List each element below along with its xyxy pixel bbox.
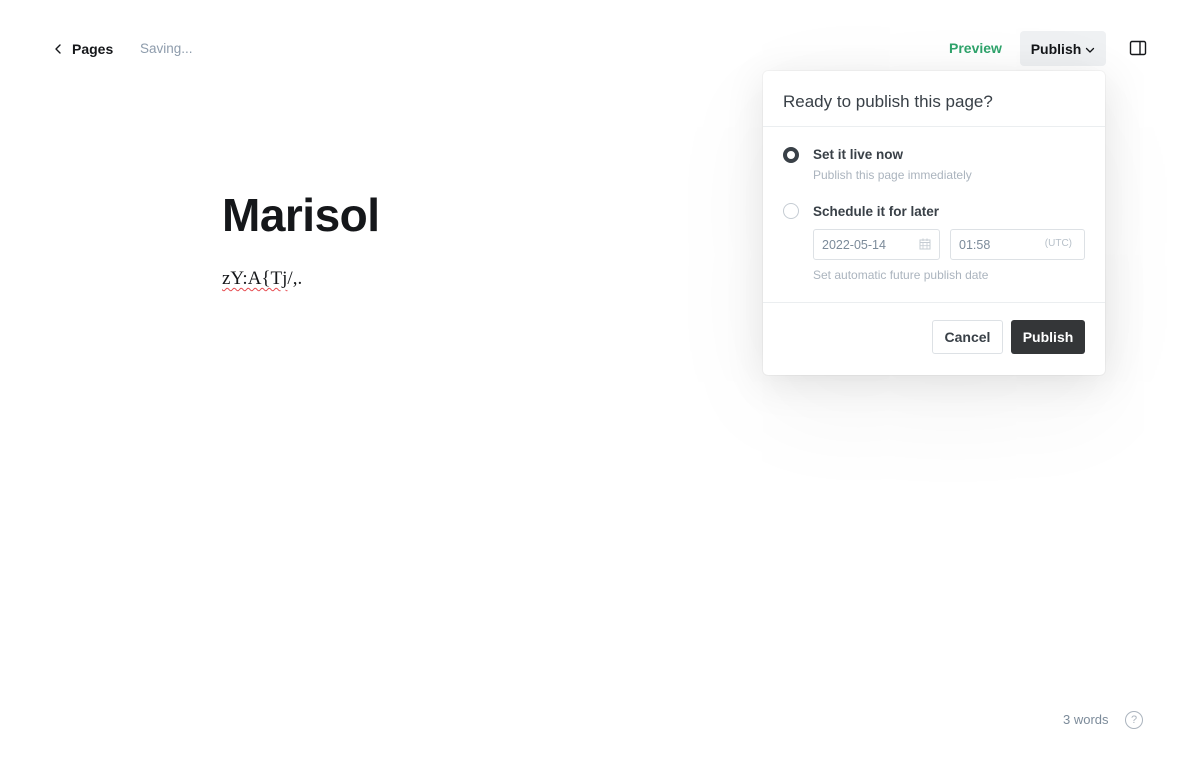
help-icon-glyph: ? xyxy=(1130,714,1138,726)
option-publish-now-label[interactable]: Set it live now xyxy=(813,147,903,162)
option-schedule-description: Set automatic future publish date xyxy=(813,268,989,282)
chevron-down-icon xyxy=(1085,41,1095,57)
publish-options: Set it live now Publish this page immedi… xyxy=(763,127,1105,303)
sidebar-toggle-icon[interactable] xyxy=(1129,39,1147,57)
schedule-date-input[interactable]: 2022-05-14 xyxy=(813,229,940,260)
back-to-pages-link[interactable]: Pages xyxy=(54,38,113,60)
save-status: Saving... xyxy=(140,41,193,56)
post-body[interactable]: zY:A{Tj/,. xyxy=(222,268,302,290)
calendar-icon xyxy=(919,238,931,253)
body-text: /,. xyxy=(287,268,303,289)
option-publish-now-description: Publish this page immediately xyxy=(813,168,972,182)
word-count: 3 words xyxy=(1063,712,1109,727)
schedule-date-value: 2022-05-14 xyxy=(822,237,886,252)
confirm-publish-button[interactable]: Publish xyxy=(1011,320,1085,354)
schedule-time-input[interactable]: 01:58 (UTC) xyxy=(950,229,1085,260)
option-schedule-label[interactable]: Schedule it for later xyxy=(813,204,939,219)
cancel-button[interactable]: Cancel xyxy=(932,320,1003,354)
post-title[interactable]: Marisol xyxy=(222,188,380,243)
publish-dropdown: Ready to publish this page? Set it live … xyxy=(763,71,1105,375)
back-link-label: Pages xyxy=(72,41,114,57)
timezone-label: (UTC) xyxy=(1044,238,1072,249)
misspelled-text: zY:A{Tj xyxy=(222,268,288,289)
radio-publish-now[interactable] xyxy=(783,147,799,163)
chevron-left-icon xyxy=(54,44,63,54)
radio-schedule-later[interactable] xyxy=(783,203,799,219)
publish-toggle-label: Publish xyxy=(1030,40,1082,57)
publish-menu-toggle[interactable]: Publish xyxy=(1020,31,1106,66)
help-icon[interactable]: ? xyxy=(1125,711,1143,729)
publish-dropdown-heading: Ready to publish this page? xyxy=(763,71,1105,127)
preview-button[interactable]: Preview xyxy=(949,40,1002,56)
publish-dropdown-footer: Cancel Publish xyxy=(763,303,1105,375)
schedule-time-value: 01:58 xyxy=(959,237,991,252)
